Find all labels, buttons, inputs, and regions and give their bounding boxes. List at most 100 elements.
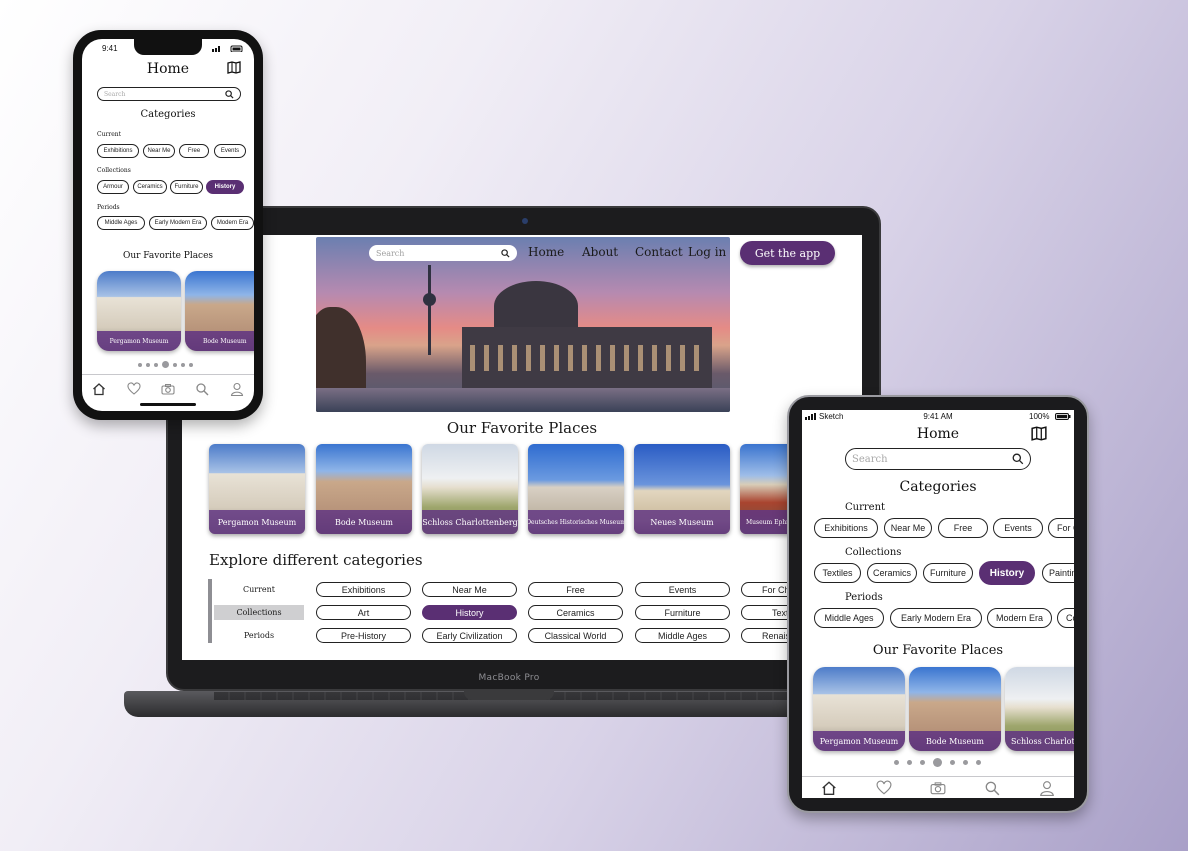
place-card-schloss[interactable]: Schloss Charlottenberg [422, 444, 518, 534]
tablet-chip-ceramics[interactable]: Ceramics [867, 563, 917, 583]
phone-chip-ceramics[interactable]: Ceramics [133, 180, 167, 194]
tablet-chip-history[interactable]: History [979, 561, 1035, 585]
place-card-label: Pergamon Museum [209, 510, 305, 534]
search-icon[interactable] [1012, 453, 1024, 465]
nav-contact-link[interactable]: Contact [635, 245, 683, 259]
nav-login-link[interactable]: Log in [688, 245, 726, 259]
phone-chip-modern-era[interactable]: Modern Era [211, 216, 254, 230]
tablet-chip-contemporary[interactable]: Contemporary [1057, 608, 1074, 628]
tablet-chip-furniture[interactable]: Furniture [923, 563, 973, 583]
tablet-mockup: Sketch 9:41 AM 100% Home Search Categori… [787, 395, 1089, 813]
phone-place-card-bode[interactable]: Bode Museum [185, 271, 254, 351]
tablet-chip-free[interactable]: Free [938, 518, 988, 538]
carousel-dot[interactable] [189, 362, 193, 367]
profile-icon[interactable] [230, 382, 244, 396]
place-card-bode[interactable]: Bode Museum [316, 444, 412, 534]
carousel-dot[interactable] [963, 760, 968, 765]
chip-art[interactable]: Art [316, 605, 411, 620]
tablet-chip-events[interactable]: Events [993, 518, 1043, 538]
place-card-neues[interactable]: Neues Museum [634, 444, 730, 534]
carousel-dot-active[interactable] [162, 361, 169, 368]
phone-place-card-pergamon[interactable]: Pergamon Museum [97, 271, 181, 351]
web-search-input[interactable]: Search [369, 245, 517, 261]
phone-chip-middle-ages[interactable]: Middle Ages [97, 216, 145, 230]
phone-chip-near-me[interactable]: Near Me [143, 144, 175, 158]
category-label-current[interactable]: Current [214, 582, 304, 597]
carousel-dot[interactable] [173, 362, 177, 367]
tablet-place-card-pergamon[interactable]: Pergamon Museum [813, 667, 905, 751]
profile-icon[interactable] [1039, 780, 1055, 796]
phone-chip-exhibitions[interactable]: Exhibitions [97, 144, 139, 158]
hero-image [316, 237, 730, 412]
heart-icon[interactable] [876, 780, 892, 796]
search-icon[interactable] [225, 89, 234, 99]
category-label-collections[interactable]: Collections [214, 605, 304, 620]
tablet-place-card-schloss[interactable]: Schloss Charlottenberg [1005, 667, 1074, 751]
search-icon[interactable] [984, 780, 1000, 796]
nav-about-link[interactable]: About [582, 245, 618, 259]
carousel-dot[interactable] [920, 760, 925, 765]
phone-chip-furniture[interactable]: Furniture [170, 180, 203, 194]
phone-chip-free[interactable]: Free [179, 144, 209, 158]
camera-icon[interactable] [930, 780, 946, 796]
chip-classical-world[interactable]: Classical World [528, 628, 623, 643]
phone-chip-armour[interactable]: Armour [97, 180, 129, 194]
place-card-label: Schloss Charlottenberg [422, 510, 518, 534]
home-icon[interactable] [92, 382, 106, 396]
nav-home-link[interactable]: Home [528, 245, 564, 259]
carousel-dot[interactable] [154, 362, 158, 367]
get-the-app-button[interactable]: Get the app [740, 241, 835, 265]
tablet-screen: Sketch 9:41 AM 100% Home Search Categori… [802, 410, 1074, 798]
phone-place-card-label: Bode Museum [185, 331, 254, 351]
chip-free[interactable]: Free [528, 582, 623, 597]
tablet-chip-for-children[interactable]: For Children [1048, 518, 1074, 538]
phone-carousel-dots[interactable] [138, 361, 193, 368]
chip-history[interactable]: History [422, 605, 517, 620]
chip-early-civilization[interactable]: Early Civilization [422, 628, 517, 643]
tablet-chip-near-me[interactable]: Near Me [884, 518, 932, 538]
map-icon[interactable] [227, 61, 241, 74]
search-icon[interactable] [195, 382, 209, 396]
phone-periods-label: Periods [97, 204, 120, 211]
carousel-dot[interactable] [976, 760, 981, 765]
carousel-dot[interactable] [181, 362, 185, 367]
tablet-chip-early-modern-era[interactable]: Early Modern Era [890, 608, 982, 628]
tablet-chip-painting[interactable]: Painting [1042, 563, 1074, 583]
tablet-search-input[interactable]: Search [845, 448, 1031, 470]
tablet-chip-exhibitions[interactable]: Exhibitions [814, 518, 878, 538]
tablet-categories-title: Categories [899, 479, 977, 495]
chip-exhibitions[interactable]: Exhibitions [316, 582, 411, 597]
tablet-chip-modern-era[interactable]: Modern Era [987, 608, 1052, 628]
chip-pre-history[interactable]: Pre-History [316, 628, 411, 643]
carousel-dot[interactable] [894, 760, 899, 765]
tablet-collections-label: Collections [845, 547, 902, 558]
place-card-dhm[interactable]: Deutsches Historisches Museum [528, 444, 624, 534]
tablet-chip-textiles[interactable]: Textiles [814, 563, 861, 583]
tablet-carousel-dots[interactable] [894, 758, 981, 767]
chip-ceramics[interactable]: Ceramics [528, 605, 623, 620]
tablet-place-card-bode[interactable]: Bode Museum [909, 667, 1001, 751]
place-card-pergamon[interactable]: Pergamon Museum [209, 444, 305, 534]
chip-middle-ages[interactable]: Middle Ages [635, 628, 730, 643]
carousel-dot[interactable] [138, 362, 142, 367]
carousel-dot[interactable] [950, 760, 955, 765]
camera-icon[interactable] [161, 382, 175, 396]
home-icon[interactable] [821, 780, 837, 796]
phone-current-label: Current [97, 131, 122, 138]
carousel-dot[interactable] [146, 362, 150, 367]
carousel-dot-active[interactable] [933, 758, 942, 767]
chip-near-me[interactable]: Near Me [422, 582, 517, 597]
tablet-chip-middle-ages[interactable]: Middle Ages [814, 608, 884, 628]
phone-chip-history[interactable]: History [206, 180, 244, 194]
category-label-periods[interactable]: Periods [214, 628, 304, 643]
phone-chip-early-modern-era[interactable]: Early Modern Era [149, 216, 207, 230]
explore-title: Explore different categories [209, 551, 423, 569]
phone-search-input[interactable]: Search [97, 87, 241, 101]
phone-chip-events[interactable]: Events [214, 144, 246, 158]
carousel-dot[interactable] [907, 760, 912, 765]
map-icon[interactable] [1031, 426, 1047, 441]
chip-furniture[interactable]: Furniture [635, 605, 730, 620]
heart-icon[interactable] [127, 381, 141, 396]
search-icon[interactable] [501, 248, 510, 258]
chip-events[interactable]: Events [635, 582, 730, 597]
